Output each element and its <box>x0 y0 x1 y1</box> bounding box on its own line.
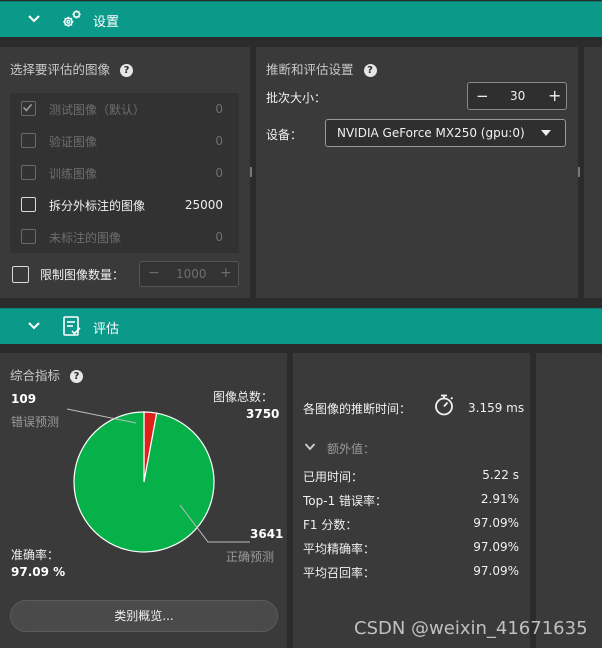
side-panel <box>584 47 602 298</box>
chevron-down-icon[interactable] <box>26 11 42 27</box>
evaluation-section-header[interactable]: 评估 <box>0 308 602 344</box>
chevron-down-icon[interactable] <box>304 442 316 452</box>
checkbox-out-of-split-images[interactable] <box>21 197 36 212</box>
batch-size-label: 批次大小： <box>266 91 327 105</box>
checkbox-validation-images[interactable] <box>21 133 36 148</box>
checkbox-training-images[interactable] <box>21 165 36 180</box>
splitter-handle[interactable] <box>250 167 252 177</box>
checkmark-icon <box>23 103 33 112</box>
mean-precision-label: 平均精确率： <box>303 542 376 556</box>
class-overview-button[interactable]: 类别概览... <box>10 600 278 632</box>
mean-recall-value: 97.09% <box>473 564 519 578</box>
elapsed-time-label: 已用时间： <box>303 470 364 484</box>
top1-error-value: 2.91% <box>480 492 519 506</box>
inference-settings-title: 推断和评估设置 ? <box>266 59 377 78</box>
item-label: 未标注的图像 <box>49 231 122 245</box>
item-label: 测试图像（默认） <box>49 103 146 117</box>
watermark: CSDN @weixin_41671635 <box>354 618 588 639</box>
decrement-button[interactable]: − <box>148 265 160 281</box>
evaluation-title: 评估 <box>93 322 120 337</box>
caret-down-icon <box>541 130 551 136</box>
inference-time-label: 各图像的推断时间： <box>303 402 412 416</box>
checkbox-test-images[interactable] <box>21 101 36 116</box>
mean-recall-label: 平均召回率： <box>303 566 376 580</box>
correct-label: 正确预测 <box>226 550 275 564</box>
increment-button[interactable]: + <box>220 265 232 281</box>
stopwatch-icon <box>435 394 454 416</box>
elapsed-time-value: 5.22 s <box>482 468 519 482</box>
correct-count: 3641 <box>250 527 284 541</box>
limit-images-label: 限制图像数量： <box>40 268 125 282</box>
inference-time-value: 3.159 ms <box>468 401 525 415</box>
item-count: 25000 <box>184 198 223 212</box>
item-label: 拆分外标注的图像 <box>49 199 146 213</box>
increment-button[interactable]: + <box>548 86 561 105</box>
item-count: 0 <box>215 230 223 244</box>
item-count: 0 <box>215 166 223 180</box>
f1-score-value: 97.09% <box>473 516 519 530</box>
device-value: NVIDIA GeForce MX250 (gpu:0) <box>337 126 525 140</box>
help-icon[interactable]: ? <box>363 64 377 77</box>
checkbox-unlabeled-images[interactable] <box>21 229 36 244</box>
decrement-button[interactable]: − <box>476 87 489 105</box>
help-icon[interactable]: ? <box>120 64 133 77</box>
limit-images-stepper[interactable]: − 1000 + <box>139 261 239 287</box>
f1-score-label: F1 分数： <box>303 518 358 532</box>
chevron-down-icon[interactable] <box>26 318 42 334</box>
device-select[interactable]: NVIDIA GeForce MX250 (gpu:0) <box>325 119 566 147</box>
gear-icon <box>63 10 81 27</box>
item-count: 0 <box>215 102 223 116</box>
limit-images-checkbox[interactable] <box>12 266 29 283</box>
device-label: 设备： <box>266 128 303 142</box>
batch-size-value: 30 <box>510 89 526 103</box>
mean-precision-value: 97.09% <box>473 540 519 554</box>
accuracy-value: 97.09 % <box>11 565 66 579</box>
side-panel <box>536 353 602 648</box>
extra-values-label[interactable]: 额外值： <box>327 440 375 457</box>
splitter-handle[interactable] <box>578 167 580 177</box>
top1-error-label: Top-1 错误率： <box>303 494 388 508</box>
accuracy-label: 准确率： <box>11 548 60 562</box>
item-label: 训练图像 <box>49 167 98 181</box>
limit-value: 1000 <box>176 267 207 281</box>
settings-title: 设置 <box>93 15 120 30</box>
settings-section-header[interactable]: 设置 <box>0 1 602 37</box>
item-count: 0 <box>215 134 223 148</box>
select-images-title: 选择要评估的图像 ? <box>10 59 133 78</box>
batch-size-stepper[interactable]: − 30 + <box>467 82 567 110</box>
pie-slice-correct <box>73 411 215 553</box>
item-label: 验证图像 <box>49 135 98 149</box>
clipboard-check-icon <box>63 316 81 336</box>
